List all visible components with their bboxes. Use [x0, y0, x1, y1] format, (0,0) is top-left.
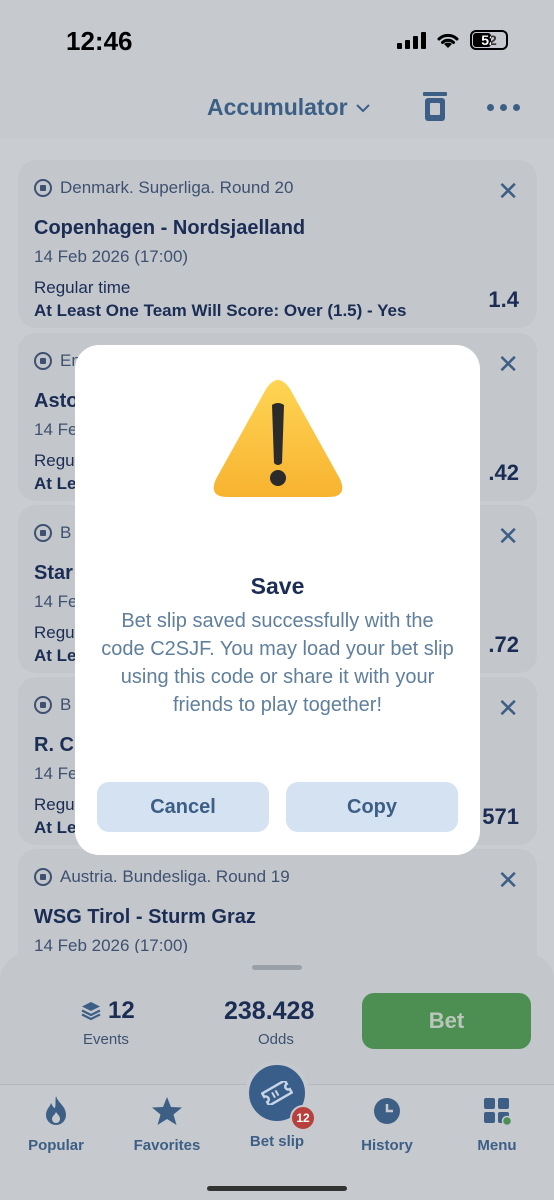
clock-icon: [337, 1093, 437, 1129]
league-name: B: [60, 695, 72, 714]
events-count-value: 12: [108, 997, 135, 1024]
grid-icon: [447, 1093, 547, 1129]
bet-selection: At Least One Team Will Score: Over (1.5)…: [34, 301, 407, 320]
home-indicator: [207, 1186, 347, 1191]
bet-period: Regul: [34, 795, 79, 814]
remove-bet-icon[interactable]: ✕: [497, 521, 519, 552]
total-odds-label: Odds: [258, 1031, 294, 1048]
battery-icon: 52: [470, 30, 508, 50]
tab-favorites[interactable]: Favorites: [117, 1093, 217, 1154]
remove-bet-icon[interactable]: ✕: [497, 349, 519, 380]
status-bar: 12:46 52: [0, 0, 554, 80]
tab-history[interactable]: History: [337, 1093, 437, 1154]
drag-handle[interactable]: [252, 965, 302, 970]
tab-bet-slip-label: Bet slip: [249, 1133, 305, 1150]
league-row: Denmark. Superliga. Round 20: [34, 178, 293, 198]
remove-bet-icon[interactable]: ✕: [497, 693, 519, 724]
bet-period: Regul: [34, 623, 79, 642]
remove-bet-icon[interactable]: ✕: [497, 865, 519, 896]
layers-icon: [81, 1002, 101, 1021]
bet-type-label: Accumulator: [207, 94, 348, 120]
bet-period: Regular time: [34, 278, 131, 297]
bet-odd: .72: [488, 632, 519, 657]
remove-bet-icon[interactable]: ✕: [497, 176, 519, 207]
league-name: Austria. Bundesliga. Round 19: [60, 867, 290, 886]
more-options-icon[interactable]: [487, 104, 520, 111]
ticket-icon: [261, 1081, 293, 1105]
tab-favorites-label: Favorites: [133, 1137, 201, 1154]
events-count: 12: [80, 997, 135, 1025]
bet-selection: At Le: [34, 474, 77, 493]
warning-icon: [210, 375, 346, 510]
bottom-tab-bar: Popular Favorites 12 Bet slip History Me…: [0, 1061, 554, 1200]
bet-slip-count-badge: 12: [290, 1105, 316, 1131]
battery-level: 52: [481, 32, 497, 48]
status-icons: 52: [397, 30, 508, 50]
bet-period: Regul: [34, 451, 79, 470]
league-row: B: [34, 695, 71, 715]
match-name: R. C: [34, 734, 74, 756]
events-label: Events: [83, 1031, 129, 1048]
wifi-icon: [437, 33, 459, 48]
dialog-message: Bet slip saved successfully with the cod…: [101, 610, 454, 716]
chevron-down-icon: [355, 103, 370, 112]
tab-menu[interactable]: Menu: [447, 1093, 547, 1154]
league-name: Denmark. Superliga. Round 20: [60, 178, 294, 197]
league-row: Austria. Bundesliga. Round 19: [34, 867, 290, 887]
match-name: Star: [34, 562, 73, 584]
bet-odd: 571: [482, 804, 519, 829]
bet-type-dropdown[interactable]: Accumulator: [207, 94, 370, 121]
save-dialog: Save Bet slip saved successfully with th…: [75, 345, 480, 855]
tab-history-label: History: [361, 1137, 413, 1154]
copy-button[interactable]: Copy: [286, 782, 458, 832]
league-row: En: [34, 351, 81, 371]
match-date: 14 Feb 2026 (17:00): [34, 247, 189, 266]
app-header: Accumulator: [0, 80, 554, 138]
soccer-ball-icon: [34, 868, 52, 886]
soccer-ball-icon: [34, 524, 52, 542]
total-odds-value: 238.428: [224, 997, 315, 1025]
match-date: 14 Fe: [34, 592, 78, 611]
bet-odd: 1.4: [488, 287, 519, 312]
match-name: Copenhagen - Nordsjaelland: [34, 217, 306, 239]
tab-popular-label: Popular: [28, 1137, 84, 1154]
soccer-ball-icon: [34, 352, 52, 370]
match-date: 14 Fe: [34, 420, 78, 439]
bet-selection: At Le: [34, 818, 77, 837]
soccer-ball-icon: [34, 696, 52, 714]
bet-card[interactable]: Denmark. Superliga. Round 20 ✕ Copenhage…: [18, 160, 537, 328]
bet-selection: At Le: [34, 646, 77, 665]
match-date: 14 Fe: [34, 764, 78, 783]
flame-icon: [6, 1093, 106, 1129]
league-name: B: [60, 523, 72, 542]
star-icon: [117, 1093, 217, 1129]
status-time: 12:46: [66, 26, 133, 56]
place-bet-button[interactable]: Bet: [362, 993, 531, 1049]
league-row: B: [34, 523, 71, 543]
match-name: WSG Tirol - Sturm Graz: [34, 906, 256, 928]
dialog-title: Save: [250, 573, 305, 599]
match-name: Asto: [34, 390, 79, 412]
bet-odd: .42: [488, 460, 519, 485]
trash-icon[interactable]: [422, 90, 448, 127]
soccer-ball-icon: [34, 179, 52, 197]
cellular-signal-icon: [397, 31, 426, 49]
cancel-button[interactable]: Cancel: [97, 782, 269, 832]
tab-popular[interactable]: Popular: [6, 1093, 106, 1154]
tab-bet-slip[interactable]: Bet slip: [227, 1133, 327, 1150]
tab-menu-label: Menu: [477, 1137, 517, 1154]
